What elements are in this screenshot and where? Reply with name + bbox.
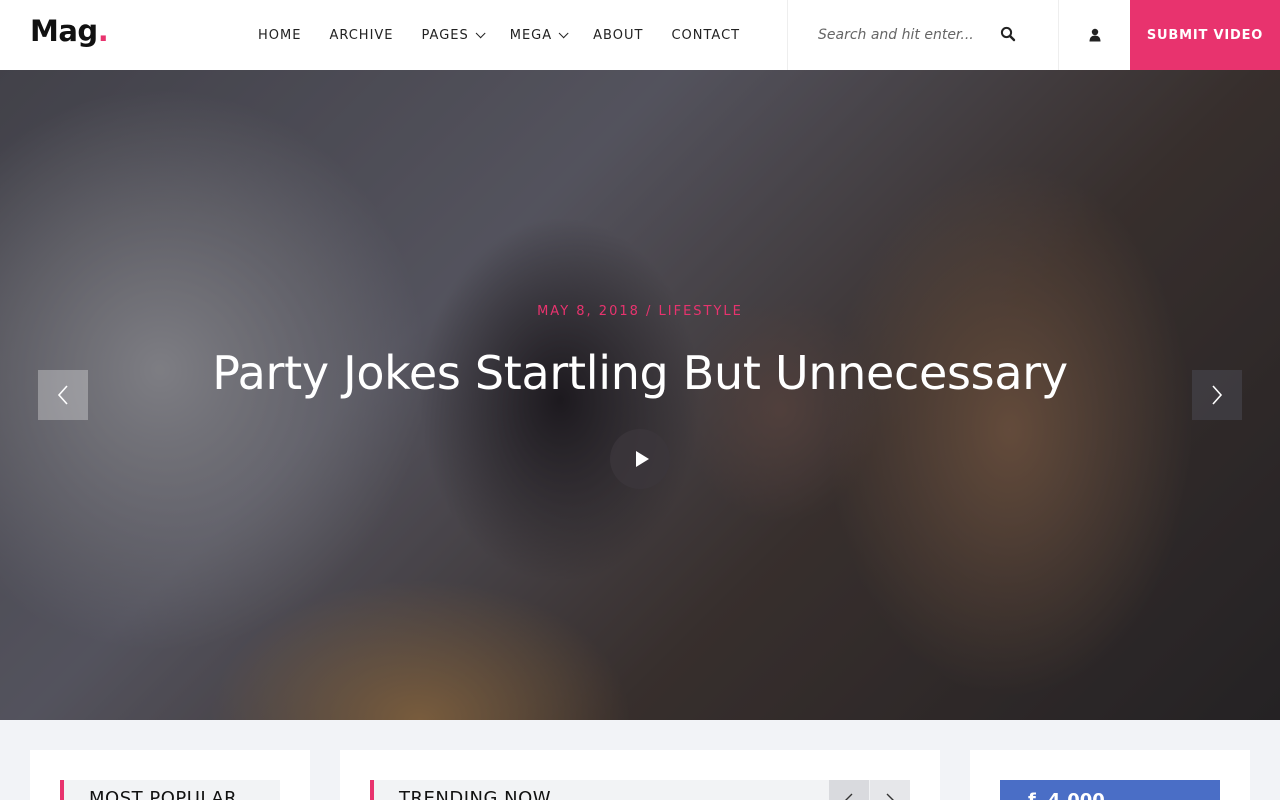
facebook-count: 4,000 <box>1047 789 1105 800</box>
trending-now-widget: TRENDING NOW <box>340 750 940 800</box>
slider-next-button[interactable] <box>1192 370 1242 420</box>
social-widget: f 4,000 <box>970 750 1250 800</box>
nav-about[interactable]: ABOUT <box>593 28 643 43</box>
search-icon[interactable] <box>1000 26 1016 42</box>
nav-archive-label: ARCHIVE <box>329 27 394 43</box>
nav-mega-label: MEGA <box>509 27 553 43</box>
trending-next-button[interactable] <box>870 780 910 800</box>
user-icon <box>1089 28 1100 42</box>
hero-slider: MAY 8, 2018 / LIFESTYLE Party Jokes Star… <box>0 70 1280 720</box>
hero-meta[interactable]: MAY 8, 2018 / LIFESTYLE <box>0 304 1280 319</box>
nav-about-label: ABOUT <box>593 27 644 43</box>
submit-video-button[interactable]: SUBMIT VIDEO <box>1130 0 1280 70</box>
logo-dot: . <box>97 14 109 48</box>
nav-pages-label: PAGES <box>421 27 469 43</box>
facebook-follow-button[interactable]: f 4,000 <box>1000 780 1220 800</box>
hero-title[interactable]: Party Jokes Startling But Unnecessary <box>0 346 1280 400</box>
nav-home[interactable]: HOME <box>258 28 301 43</box>
arrow-right-icon <box>886 793 894 800</box>
search-input[interactable] <box>818 27 998 43</box>
chevron-down-icon <box>475 27 486 38</box>
arrow-right-icon <box>1212 385 1223 405</box>
nav-mega[interactable]: MEGA <box>509 27 569 43</box>
arrow-left-icon <box>57 385 68 405</box>
search-box <box>787 0 1059 70</box>
logo-text: Mag <box>30 14 98 48</box>
nav-archive[interactable]: ARCHIVE <box>329 28 393 43</box>
main-nav: HOME ARCHIVE PAGES MEGA ABOUT CONTACT <box>258 0 768 70</box>
site-header: Mag. HOME ARCHIVE PAGES MEGA ABOUT CONTA… <box>0 0 1280 70</box>
most-popular-title: MOST POPULAR <box>89 788 238 800</box>
nav-pages[interactable]: PAGES <box>421 27 486 43</box>
site-logo[interactable]: Mag. <box>30 14 109 48</box>
arrow-left-icon <box>845 793 853 800</box>
chevron-down-icon <box>558 27 569 38</box>
user-account-button[interactable] <box>1059 0 1130 70</box>
nav-home-label: HOME <box>258 27 302 43</box>
trending-now-title: TRENDING NOW <box>399 788 552 800</box>
nav-contact-label: CONTACT <box>671 27 741 43</box>
trending-now-header: TRENDING NOW <box>370 780 910 800</box>
most-popular-header: MOST POPULAR <box>60 780 280 800</box>
trending-prev-button[interactable] <box>829 780 869 800</box>
slider-prev-button[interactable] <box>38 370 88 420</box>
most-popular-widget: MOST POPULAR <box>30 750 310 800</box>
nav-contact[interactable]: CONTACT <box>671 28 740 43</box>
play-button[interactable] <box>610 429 670 489</box>
play-icon <box>635 451 649 467</box>
facebook-icon: f <box>1028 789 1036 800</box>
